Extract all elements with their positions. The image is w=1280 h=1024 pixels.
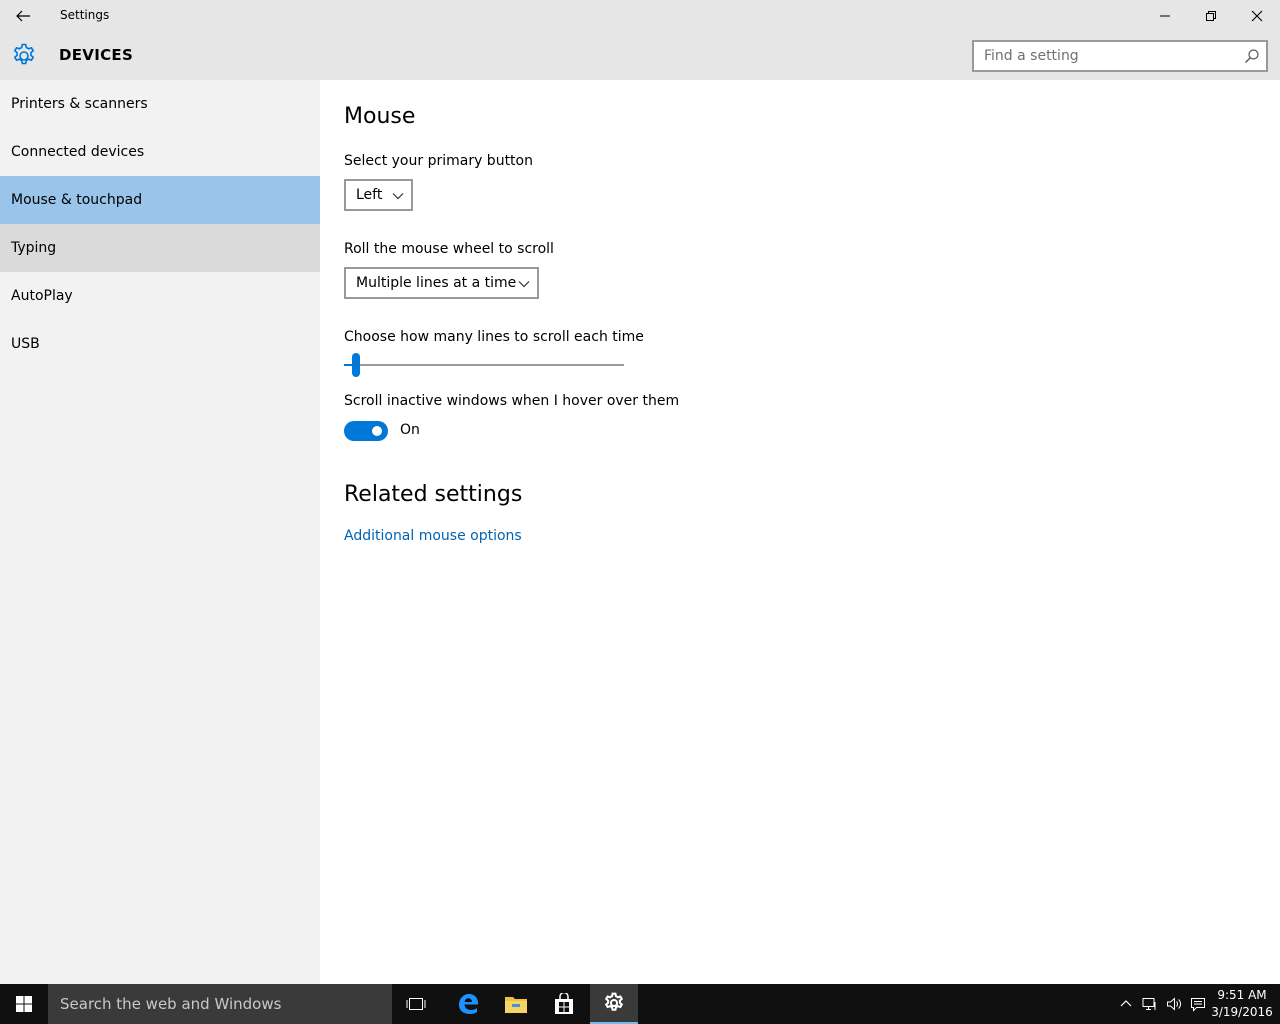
file-explorer-button[interactable]: [492, 984, 540, 1024]
store-icon: [555, 993, 573, 1014]
toggle-knob: [372, 426, 382, 436]
wheel-scroll-label: Roll the mouse wheel to scroll: [344, 241, 554, 257]
sidebar: Printers & scanners Connected devices Mo…: [0, 80, 320, 984]
gear-icon: [13, 43, 35, 65]
gear-icon: [604, 992, 624, 1011]
edge-icon: [459, 994, 478, 1014]
page-title: DEVICES: [59, 46, 134, 64]
task-view-button[interactable]: [392, 984, 440, 1024]
section-title: Mouse: [344, 104, 416, 129]
sidebar-item-typing[interactable]: Typing: [0, 224, 320, 272]
wheel-scroll-dropdown[interactable]: Multiple lines at a time: [344, 267, 539, 299]
sidebar-item-autoplay[interactable]: AutoPlay: [0, 272, 320, 320]
sidebar-item-connected-devices[interactable]: Connected devices: [0, 128, 320, 176]
minimize-icon: [1160, 15, 1170, 17]
volume-icon[interactable]: [1166, 996, 1182, 1012]
close-icon: [1251, 10, 1263, 22]
lines-slider-thumb[interactable]: [352, 353, 361, 377]
search-input[interactable]: [974, 42, 1234, 70]
primary-button-label: Select your primary button: [344, 153, 533, 169]
taskbar-search[interactable]: Search the web and Windows: [48, 984, 392, 1024]
chevron-down-icon: [518, 281, 530, 288]
window-title: Settings: [60, 8, 110, 22]
search-icon[interactable]: [1244, 48, 1260, 64]
inactive-scroll-label: Scroll inactive windows when I hover ove…: [344, 393, 680, 409]
minimize-button[interactable]: [1142, 0, 1188, 32]
edge-app-button[interactable]: [444, 984, 492, 1024]
main-content: Mouse Select your primary button Left Ro…: [320, 80, 1280, 984]
folder-icon: [505, 997, 527, 1013]
primary-button-dropdown[interactable]: Left: [344, 179, 413, 211]
wheel-scroll-value: Multiple lines at a time: [356, 275, 517, 291]
inactive-scroll-toggle[interactable]: [344, 421, 388, 441]
restore-button[interactable]: [1188, 0, 1234, 32]
title-bar: Settings: [0, 0, 1280, 32]
back-button[interactable]: [0, 0, 46, 32]
settings-app-button[interactable]: [590, 984, 638, 1024]
sidebar-item-usb[interactable]: USB: [0, 320, 320, 368]
clock-time: 9:51 AM: [1217, 988, 1267, 1002]
restore-icon: [1206, 11, 1216, 21]
chevron-up-icon[interactable]: [1118, 996, 1134, 1012]
back-arrow-icon: [16, 10, 30, 22]
page-header: DEVICES: [0, 32, 1280, 80]
lines-slider-fill: [344, 364, 353, 366]
network-icon[interactable]: [1142, 996, 1158, 1012]
store-app-button[interactable]: [540, 984, 588, 1024]
inactive-scroll-state: On: [400, 422, 420, 438]
search-box[interactable]: [972, 40, 1268, 72]
taskbar: Search the web and Windows 9:51 AM 3/19/…: [0, 984, 1280, 1024]
close-button[interactable]: [1234, 0, 1280, 32]
action-center-icon[interactable]: [1190, 996, 1206, 1012]
windows-logo-icon: [16, 996, 32, 1012]
task-view-icon: [406, 998, 426, 1010]
additional-mouse-options-link[interactable]: Additional mouse options: [344, 528, 522, 544]
clock-date: 3/19/2016: [1211, 1005, 1273, 1019]
related-settings-title: Related settings: [344, 482, 523, 507]
sidebar-item-mouse-touchpad[interactable]: Mouse & touchpad: [0, 176, 320, 224]
taskbar-clock[interactable]: 9:51 AM 3/19/2016: [1210, 987, 1274, 1021]
sidebar-item-printers-scanners[interactable]: Printers & scanners: [0, 80, 320, 128]
primary-button-value: Left: [356, 187, 383, 203]
chevron-down-icon: [392, 193, 404, 200]
lines-slider-label: Choose how many lines to scroll each tim…: [344, 329, 644, 345]
start-button[interactable]: [0, 984, 48, 1024]
lines-slider-track[interactable]: [344, 364, 624, 366]
